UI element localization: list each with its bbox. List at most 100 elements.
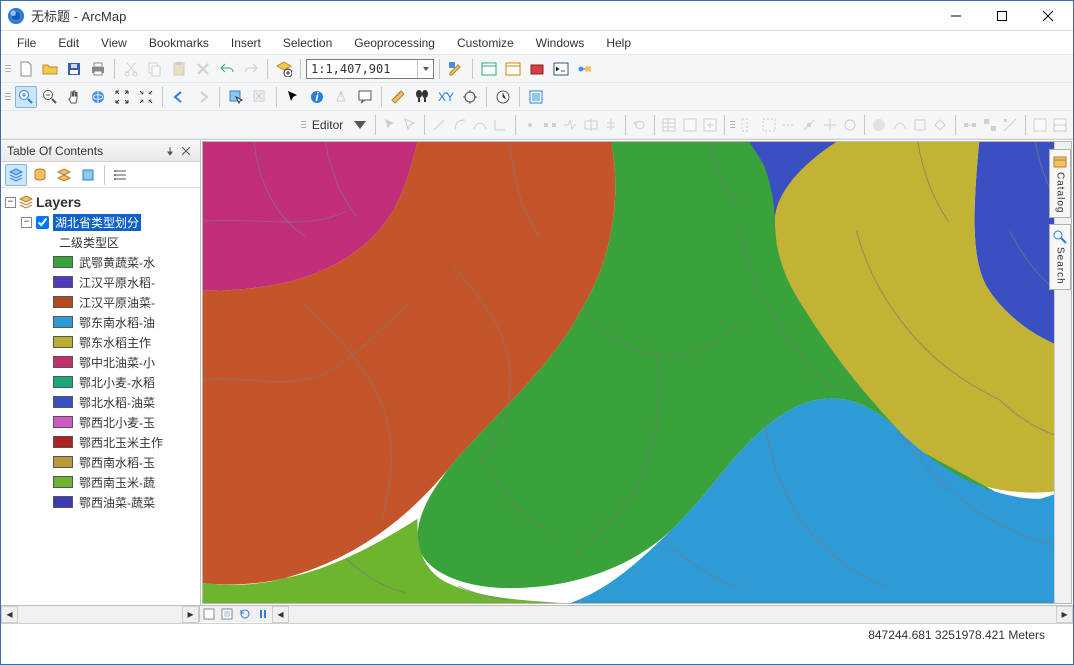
save-icon[interactable] <box>63 58 85 80</box>
scroll-right-icon[interactable]: ▸ <box>182 606 199 623</box>
legend-item[interactable]: 鄂西南玉米-蔬 <box>3 472 198 492</box>
split-icon <box>602 114 620 136</box>
list-by-source-icon[interactable] <box>29 164 51 186</box>
map-canvas[interactable] <box>203 142 1071 603</box>
html-popup-icon[interactable] <box>354 86 376 108</box>
legend-item[interactable]: 鄂北小麦-水稻 <box>3 372 198 392</box>
new-icon[interactable] <box>15 58 37 80</box>
pause-drawing-icon[interactable] <box>255 606 271 622</box>
legend-item[interactable]: 鄂东水稻主作 <box>3 332 198 352</box>
open-icon[interactable] <box>39 58 61 80</box>
legend-item[interactable]: 鄂西北玉米主作 <box>3 432 198 452</box>
scale-input[interactable] <box>307 62 417 76</box>
print-icon[interactable] <box>87 58 109 80</box>
layer-visibility-checkbox[interactable] <box>36 216 49 229</box>
menu-view[interactable]: View <box>91 33 137 53</box>
menu-edit[interactable]: Edit <box>48 33 89 53</box>
legend-swatch <box>53 436 73 448</box>
scale-dropdown-icon[interactable] <box>417 60 433 78</box>
close-button[interactable] <box>1025 1 1071 31</box>
legend-item[interactable]: 江汉平原水稻- <box>3 272 198 292</box>
editor-dropdown-icon[interactable] <box>351 114 369 136</box>
minimize-button[interactable] <box>933 1 979 31</box>
undo-icon[interactable] <box>216 58 238 80</box>
panel-close-icon[interactable] <box>178 143 194 159</box>
menu-file[interactable]: File <box>7 33 46 53</box>
reshape-icon <box>561 114 579 136</box>
pin-icon[interactable] <box>162 143 178 159</box>
measure-icon[interactable] <box>387 86 409 108</box>
time-slider-icon[interactable] <box>492 86 514 108</box>
legend-label: 鄂东南水稻-油 <box>79 314 155 331</box>
legend-item[interactable]: 鄂北水稻-油菜 <box>3 392 198 412</box>
map-view[interactable] <box>202 141 1072 604</box>
maximize-button[interactable] <box>979 1 1025 31</box>
prev-extent-icon[interactable] <box>168 86 190 108</box>
legend-item[interactable]: 江汉平原油菜- <box>3 292 198 312</box>
add-data-icon[interactable] <box>273 58 295 80</box>
fixed-zoom-in-icon[interactable] <box>111 86 133 108</box>
scroll-left-icon[interactable]: ◂ <box>1 606 18 623</box>
legend-item[interactable]: 鄂西北小麦-玉 <box>3 412 198 432</box>
catalog-tab[interactable]: Catalog <box>1049 149 1071 218</box>
toolbar-grip[interactable] <box>5 58 11 80</box>
find-route-icon[interactable]: XY <box>435 86 457 108</box>
toolbar-grip[interactable] <box>730 114 735 136</box>
scroll-left-icon[interactable]: ◂ <box>272 606 289 623</box>
legend-item[interactable]: 武鄂黄蔬菜-水 <box>3 252 198 272</box>
collapse-icon[interactable]: − <box>21 217 32 228</box>
python-window-icon[interactable] <box>550 58 572 80</box>
layout-view-icon[interactable] <box>219 606 235 622</box>
legend-item[interactable]: 鄂东南水稻-油 <box>3 312 198 332</box>
zoom-out-icon[interactable] <box>39 86 61 108</box>
select-features-icon[interactable] <box>225 86 247 108</box>
full-extent-icon[interactable] <box>87 86 109 108</box>
legend-item[interactable]: 鄂西油菜-蔬菜 <box>3 492 198 512</box>
editor-toolbar-icon[interactable] <box>445 58 467 80</box>
topo-tool-14-icon <box>1030 114 1048 136</box>
menu-geoprocessing[interactable]: Geoprocessing <box>344 33 445 53</box>
go-to-xy-icon[interactable] <box>459 86 481 108</box>
scroll-right-icon[interactable]: ▸ <box>1056 606 1073 623</box>
topo-tool-15-icon <box>1051 114 1069 136</box>
search-tab[interactable]: Search <box>1049 224 1071 290</box>
create-viewer-icon[interactable] <box>525 86 547 108</box>
attributes-icon <box>660 114 678 136</box>
legend-label: 鄂西油菜-蔬菜 <box>79 494 155 511</box>
data-view-icon[interactable] <box>201 606 217 622</box>
legend-item[interactable]: 鄂西南水稻-玉 <box>3 452 198 472</box>
toolbar-grip[interactable] <box>301 114 306 136</box>
legend-item[interactable]: 鄂中北油菜-小 <box>3 352 198 372</box>
list-by-visibility-icon[interactable] <box>53 164 75 186</box>
toc-tree[interactable]: − Layers − 湖北省类型划分 二级类型区 武鄂黄蔬菜-水江汉平原水稻-江… <box>1 188 200 605</box>
pan-icon[interactable] <box>63 86 85 108</box>
list-by-selection-icon[interactable] <box>77 164 99 186</box>
dataframe-label[interactable]: Layers <box>36 194 81 210</box>
fixed-zoom-out-icon[interactable] <box>135 86 157 108</box>
toolbar-grip[interactable] <box>5 86 11 108</box>
scale-combo[interactable] <box>306 59 434 79</box>
select-elements-icon[interactable] <box>282 86 304 108</box>
identify-icon[interactable]: i <box>306 86 328 108</box>
menu-customize[interactable]: Customize <box>447 33 524 53</box>
menu-windows[interactable]: Windows <box>526 33 595 53</box>
refresh-icon[interactable] <box>237 606 253 622</box>
model-builder-icon[interactable] <box>574 58 596 80</box>
layer-name[interactable]: 湖北省类型划分 <box>53 214 141 231</box>
legend-swatch <box>53 276 73 288</box>
search-window-icon[interactable] <box>502 58 524 80</box>
toc-h-scrollbar[interactable]: ◂ ▸ <box>1 605 200 622</box>
menu-bookmarks[interactable]: Bookmarks <box>139 33 219 53</box>
menu-insert[interactable]: Insert <box>221 33 271 53</box>
find-icon[interactable] <box>411 86 433 108</box>
collapse-icon[interactable]: − <box>5 197 16 208</box>
catalog-window-icon[interactable] <box>478 58 500 80</box>
toc-options-icon[interactable] <box>110 164 132 186</box>
menu-help[interactable]: Help <box>596 33 641 53</box>
list-by-drawing-order-icon[interactable] <box>5 164 27 186</box>
legend-swatch <box>53 316 73 328</box>
zoom-in-icon[interactable] <box>15 86 37 108</box>
arc-toolbox-icon[interactable] <box>526 58 548 80</box>
menu-selection[interactable]: Selection <box>273 33 342 53</box>
editor-dropdown[interactable]: Editor <box>310 118 349 132</box>
